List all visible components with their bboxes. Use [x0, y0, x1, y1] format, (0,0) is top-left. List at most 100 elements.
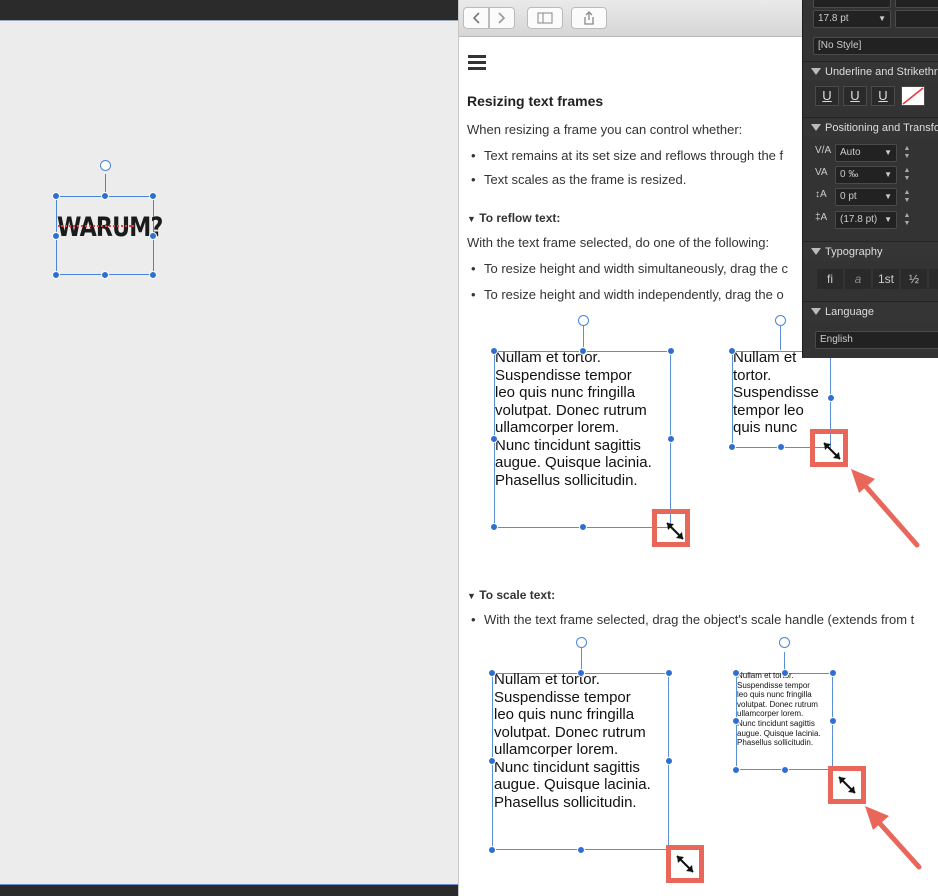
share-button[interactable] — [571, 7, 607, 29]
status-bar — [0, 884, 458, 896]
chevron-right-icon — [498, 12, 506, 24]
handle — [488, 669, 496, 677]
help-intro: When resizing a frame you can control wh… — [467, 122, 743, 137]
forward-button[interactable] — [489, 7, 515, 29]
rotation-handle — [775, 315, 786, 326]
underline-section-header[interactable]: Underline and Strikethr — [803, 61, 938, 81]
reflow-heading[interactable]: ▼ To reflow text: — [467, 211, 560, 225]
underline-color-swatch[interactable] — [901, 86, 925, 106]
resize-cursor-icon — [676, 855, 694, 873]
accounting-underline-button[interactable]: U — [871, 86, 895, 106]
chevron-left-icon — [472, 12, 480, 24]
kerning-stepper[interactable]: ▲ ▼ — [903, 167, 911, 183]
handle — [577, 846, 585, 854]
handle — [488, 846, 496, 854]
reflow-intro: With the text frame selected, do one of … — [467, 235, 770, 250]
handle-l[interactable] — [52, 232, 60, 240]
language-field[interactable]: English — [815, 331, 938, 349]
hamburger-menu-icon[interactable] — [468, 55, 486, 71]
kerning-field[interactable]: 0 ‰ ▼ — [835, 166, 897, 184]
font-size-secondary-field[interactable] — [895, 10, 938, 28]
reflow-sample-text: Nullam et tortor. Suspendisse tempor leo q… — [495, 349, 652, 489]
handle — [732, 766, 740, 774]
scale-heading[interactable]: ▼ To scale text: — [467, 588, 555, 602]
ordinals-button[interactable]: 1st — [873, 269, 899, 289]
leading-icon: ‡A — [815, 212, 828, 223]
window-controls — [469, 0, 499, 12]
handle — [777, 443, 785, 451]
positioning-section-header[interactable]: Positioning and Transfo — [803, 117, 938, 137]
handle — [490, 523, 498, 531]
handle — [490, 435, 498, 443]
title-bar — [0, 0, 458, 20]
typography-section-header[interactable]: Typography — [803, 241, 938, 261]
handle-br[interactable] — [149, 271, 157, 279]
share-icon — [584, 11, 594, 25]
baseline-field[interactable]: 0 pt ▼ — [835, 188, 897, 206]
handle — [665, 669, 673, 677]
character-panel: 17.8 pt ▼ [No Style] Underline and Strike… — [802, 0, 938, 358]
sidebar-icon — [537, 12, 553, 24]
no-color-icon — [902, 87, 924, 105]
language-section-header[interactable]: Language — [803, 301, 938, 321]
handle — [728, 347, 736, 355]
help-title: Resizing text frames — [467, 93, 604, 109]
rotation-handle — [578, 315, 589, 326]
sidebar-toggle-button[interactable] — [527, 7, 563, 29]
handle — [665, 757, 673, 765]
tracking-icon: V/A — [815, 145, 832, 156]
spellcheck-underline — [58, 224, 134, 227]
handle-t[interactable] — [101, 192, 109, 200]
handle-r[interactable] — [149, 232, 157, 240]
fractions-button[interactable]: ½ — [901, 269, 927, 289]
list-item: To resize height and width simultaneousl… — [471, 261, 788, 276]
style-field[interactable]: [No Style] — [813, 37, 938, 55]
callout-arrow-icon — [851, 469, 920, 548]
handle-tl[interactable] — [52, 192, 60, 200]
underline-button[interactable]: U — [815, 86, 839, 106]
handle — [488, 757, 496, 765]
art-text[interactable]: WARUM? — [57, 212, 163, 243]
alternates-button[interactable]: a — [845, 269, 871, 289]
handle — [827, 394, 835, 402]
handle — [490, 347, 498, 355]
handle — [667, 435, 675, 443]
handle-b[interactable] — [101, 271, 109, 279]
font-weight-field[interactable] — [895, 0, 938, 8]
handle — [667, 347, 675, 355]
swash-button[interactable]: S — [929, 269, 938, 289]
scale-sample-text-small: Nullam et tortor. Suspendisse tempor leo q… — [737, 671, 821, 748]
scale-sample-text: Nullam et tortor. Suspendisse tempor leo q… — [494, 671, 651, 811]
rotation-line — [780, 326, 781, 350]
document-canvas[interactable]: WARUM? — [0, 20, 458, 884]
ligature-button[interactable]: fi — [817, 269, 843, 289]
handle-tr[interactable] — [149, 192, 157, 200]
back-button[interactable] — [463, 7, 489, 29]
baseline-shift-icon: ↕A — [815, 189, 827, 200]
font-size-field[interactable]: 17.8 pt ▼ — [813, 10, 891, 28]
resize-cursor-icon — [666, 522, 684, 540]
tracking-field[interactable]: Auto ▼ — [835, 144, 897, 162]
reflow-sample-text-small: Nullam et tortor. Suspendisse tempor leo qui… — [733, 349, 819, 437]
leading-stepper[interactable]: ▲ ▼ — [903, 212, 911, 228]
leading-field[interactable]: (17.8 pt) ▼ — [835, 211, 897, 229]
handle — [829, 717, 837, 725]
callout-arrow-icon — [865, 806, 922, 870]
double-underline-button[interactable]: U — [843, 86, 867, 106]
tracking-stepper[interactable]: ▲ ▼ — [903, 145, 911, 161]
handle-bl[interactable] — [52, 271, 60, 279]
handle — [732, 669, 740, 677]
resize-cursor-icon — [838, 776, 856, 794]
baseline-stepper[interactable]: ▲ ▼ — [903, 189, 911, 205]
handle — [781, 669, 789, 677]
handle — [781, 766, 789, 774]
handle — [579, 523, 587, 531]
rotation-handle[interactable] — [100, 160, 111, 171]
rotation-handle — [576, 637, 587, 648]
kerning-icon: VA — [815, 167, 828, 178]
font-family-field[interactable] — [813, 0, 891, 8]
list-item: Text scales as the frame is resized. — [471, 172, 686, 187]
handle — [728, 443, 736, 451]
list-item: To resize height and width independently… — [471, 287, 784, 302]
rotation-handle — [779, 637, 790, 648]
